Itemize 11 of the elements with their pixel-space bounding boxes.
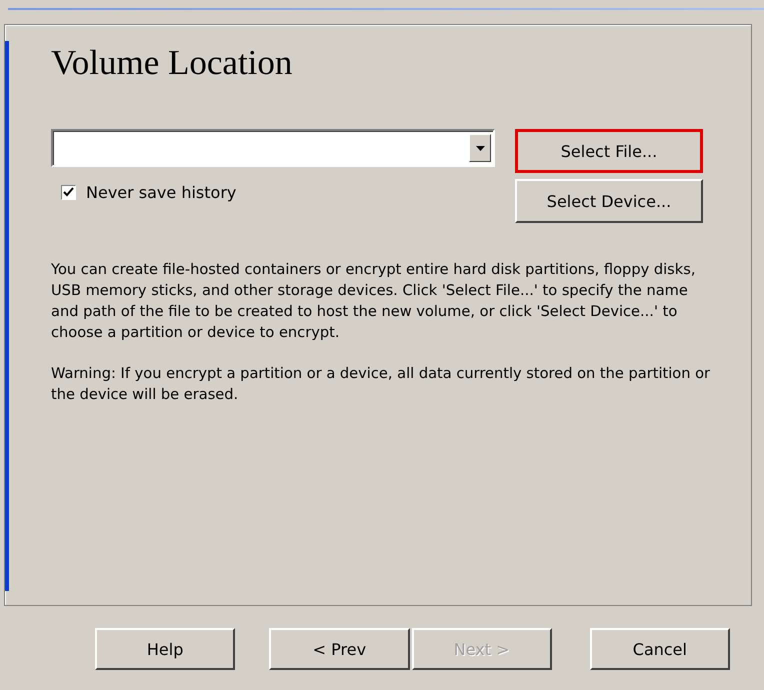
select-button[interactable]: Select Device... <box>515 179 703 223</box>
location-combo-box[interactable] <box>51 129 495 167</box>
description-text: Warning: If you encrypt a partition or a device, all data currently stored on the partition or the device will be erased. <box>51 364 711 405</box>
select-button[interactable]: Select File... <box>515 129 703 173</box>
description-text: You can create file-hosted containers or encrypt entire hard disk partitions, floppy disks, USB memory sticks, and other storage devices. Click 'Select File...' to specify the name and path of the file to be created to host the new volume, or click 'Select Device...' to choose a partition or device to encrypt. <box>51 260 696 343</box>
wizard-button[interactable]: Help <box>95 628 236 670</box>
checkbox-label: Never save history <box>86 183 236 202</box>
page-title: Volume Location <box>51 43 294 83</box>
wizard-button[interactable]: Cancel <box>590 628 730 670</box>
wizard-button[interactable]: < Prev <box>269 628 410 670</box>
checkbox[interactable] <box>61 185 76 200</box>
